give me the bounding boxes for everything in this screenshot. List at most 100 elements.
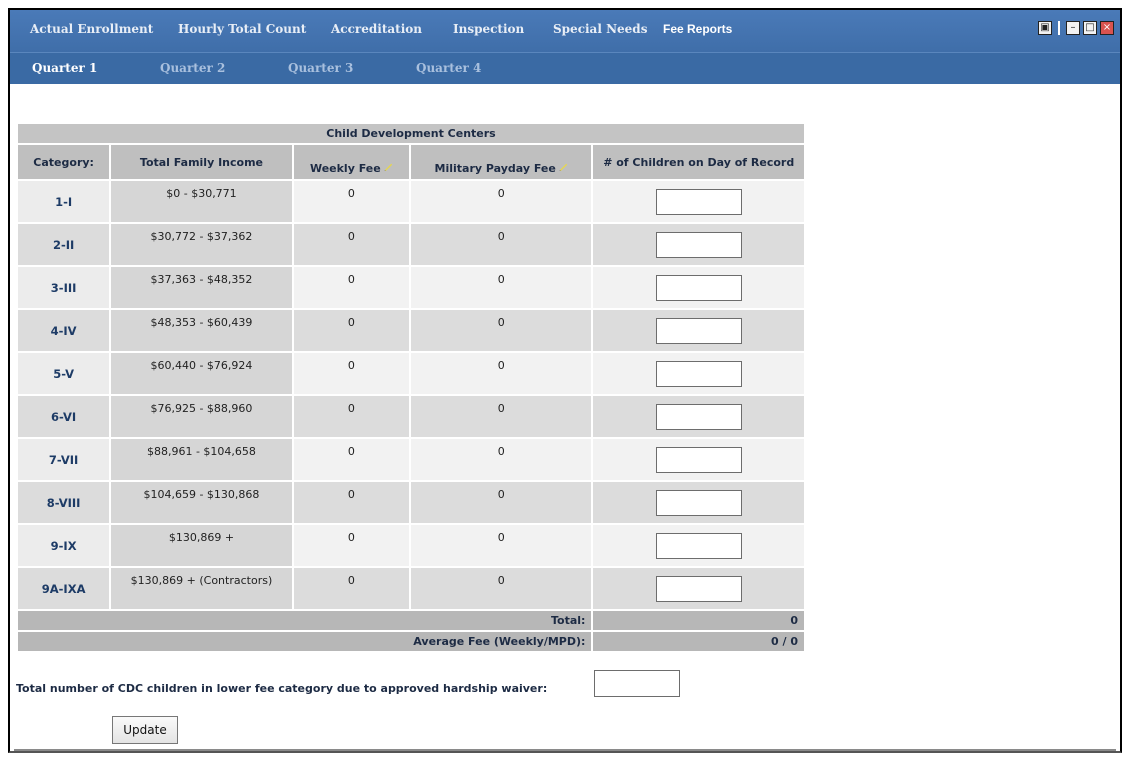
mpd-fee-cell: 0 bbox=[410, 310, 592, 351]
mpd-fee-cell: 0 bbox=[410, 439, 592, 480]
window-controls: ▣ – □ × bbox=[1038, 21, 1114, 35]
export-icon[interactable]: ▣ bbox=[1038, 21, 1052, 35]
children-count-input[interactable] bbox=[655, 532, 742, 559]
children-cell bbox=[593, 353, 804, 394]
children-cell bbox=[593, 310, 804, 351]
tab-quarter-3[interactable]: Quarter 3 bbox=[288, 61, 353, 75]
mpd-fee-cell: 0 bbox=[410, 525, 592, 566]
total-value: 0 bbox=[593, 611, 804, 630]
primary-nav: Actual Enrollment Hourly Total Count Acc… bbox=[10, 10, 1120, 52]
children-cell bbox=[593, 482, 804, 523]
weekly-fee-cell: 0 bbox=[293, 181, 409, 222]
hardship-input[interactable] bbox=[594, 670, 680, 697]
minimize-icon[interactable]: – bbox=[1066, 21, 1080, 35]
mpd-fee-cell: 0 bbox=[410, 224, 592, 265]
category-cell: 7-VII bbox=[18, 439, 110, 480]
children-count-input[interactable] bbox=[655, 489, 742, 516]
pencil-icon bbox=[559, 163, 567, 171]
children-count-input[interactable] bbox=[655, 575, 742, 602]
header-category: Category: bbox=[18, 145, 110, 179]
maximize-icon[interactable]: □ bbox=[1083, 21, 1097, 35]
category-cell: 3-III bbox=[18, 267, 110, 308]
total-label: Total: bbox=[18, 611, 592, 630]
nav-inspection[interactable]: Inspection bbox=[453, 22, 524, 36]
income-cell: $48,353 - $60,439 bbox=[111, 310, 292, 351]
divider bbox=[1058, 21, 1060, 35]
average-row: Average Fee (Weekly/MPD): 0 / 0 bbox=[18, 632, 804, 651]
category-cell: 2-II bbox=[18, 224, 110, 265]
category-cell: 6-VI bbox=[18, 396, 110, 437]
header-income: Total Family Income bbox=[111, 145, 292, 179]
nav-accreditation[interactable]: Accreditation bbox=[331, 22, 422, 36]
weekly-fee-cell: 0 bbox=[293, 439, 409, 480]
category-cell: 9A-IXA bbox=[18, 568, 110, 609]
table-row: 8-VIII $104,659 - $130,868 0 0 bbox=[18, 482, 804, 523]
tab-quarter-1[interactable]: Quarter 1 bbox=[32, 61, 97, 75]
mpd-fee-cell: 0 bbox=[410, 482, 592, 523]
table-row: 4-IV $48,353 - $60,439 0 0 bbox=[18, 310, 804, 351]
income-cell: $104,659 - $130,868 bbox=[111, 482, 292, 523]
weekly-fee-cell: 0 bbox=[293, 267, 409, 308]
table-header-row: Category: Total Family Income Weekly Fee… bbox=[18, 145, 804, 179]
update-button[interactable]: Update bbox=[112, 716, 178, 744]
children-count-input[interactable] bbox=[655, 188, 742, 215]
income-cell: $130,869 + bbox=[111, 525, 292, 566]
category-cell: 8-VIII bbox=[18, 482, 110, 523]
total-row: Total: 0 bbox=[18, 611, 804, 630]
children-count-input[interactable] bbox=[655, 274, 742, 301]
table-row: 7-VII $88,961 - $104,658 0 0 bbox=[18, 439, 804, 480]
tab-quarter-4[interactable]: Quarter 4 bbox=[416, 61, 481, 75]
table-row: 9A-IXA $130,869 + (Contractors) 0 0 bbox=[18, 568, 804, 609]
category-cell: 4-IV bbox=[18, 310, 110, 351]
children-count-input[interactable] bbox=[655, 446, 742, 473]
children-cell bbox=[593, 396, 804, 437]
mpd-fee-cell: 0 bbox=[410, 396, 592, 437]
nav-special-needs[interactable]: Special Needs bbox=[553, 22, 647, 36]
category-cell: 1-I bbox=[18, 181, 110, 222]
header-children: # of Children on Day of Record bbox=[593, 145, 804, 179]
close-icon[interactable]: × bbox=[1100, 21, 1114, 35]
income-cell: $76,925 - $88,960 bbox=[111, 396, 292, 437]
weekly-fee-cell: 0 bbox=[293, 310, 409, 351]
children-count-input[interactable] bbox=[655, 403, 742, 430]
table-row: 1-I $0 - $30,771 0 0 bbox=[18, 181, 804, 222]
table-row: 9-IX $130,869 + 0 0 bbox=[18, 525, 804, 566]
income-cell: $0 - $30,771 bbox=[111, 181, 292, 222]
weekly-fee-cell: 0 bbox=[293, 568, 409, 609]
nav-hourly-total-count[interactable]: Hourly Total Count bbox=[178, 22, 306, 36]
income-cell: $88,961 - $104,658 bbox=[111, 439, 292, 480]
children-cell bbox=[593, 439, 804, 480]
income-cell: $130,869 + (Contractors) bbox=[111, 568, 292, 609]
nav-actual-enrollment[interactable]: Actual Enrollment bbox=[30, 22, 153, 36]
quarter-tabs: Quarter 1 Quarter 2 Quarter 3 Quarter 4 bbox=[10, 52, 1120, 84]
average-value: 0 / 0 bbox=[593, 632, 804, 651]
children-cell bbox=[593, 267, 804, 308]
table-row: 5-V $60,440 - $76,924 0 0 bbox=[18, 353, 804, 394]
average-label: Average Fee (Weekly/MPD): bbox=[18, 632, 592, 651]
mpd-fee-cell: 0 bbox=[410, 353, 592, 394]
header-mpd-label: Military Payday Fee bbox=[434, 162, 556, 175]
children-count-input[interactable] bbox=[655, 360, 742, 387]
divider bbox=[14, 749, 1116, 751]
table-row: 2-II $30,772 - $37,362 0 0 bbox=[18, 224, 804, 265]
income-cell: $60,440 - $76,924 bbox=[111, 353, 292, 394]
table-caption: Child Development Centers bbox=[18, 124, 804, 143]
weekly-fee-cell: 0 bbox=[293, 482, 409, 523]
children-cell bbox=[593, 568, 804, 609]
income-cell: $37,363 - $48,352 bbox=[111, 267, 292, 308]
header-weekly-fee: Weekly Fee bbox=[293, 145, 409, 179]
children-count-input[interactable] bbox=[655, 231, 742, 258]
pencil-icon bbox=[384, 163, 392, 171]
children-count-input[interactable] bbox=[655, 317, 742, 344]
tab-quarter-2[interactable]: Quarter 2 bbox=[160, 61, 225, 75]
income-cell: $30,772 - $37,362 bbox=[111, 224, 292, 265]
category-cell: 5-V bbox=[18, 353, 110, 394]
children-cell bbox=[593, 525, 804, 566]
nav-fee-reports[interactable]: Fee Reports bbox=[663, 22, 732, 36]
mpd-fee-cell: 0 bbox=[410, 181, 592, 222]
app-frame: Actual Enrollment Hourly Total Count Acc… bbox=[8, 8, 1122, 753]
children-cell bbox=[593, 224, 804, 265]
weekly-fee-cell: 0 bbox=[293, 353, 409, 394]
hardship-label: Total number of CDC children in lower fe… bbox=[16, 682, 548, 695]
children-cell bbox=[593, 181, 804, 222]
